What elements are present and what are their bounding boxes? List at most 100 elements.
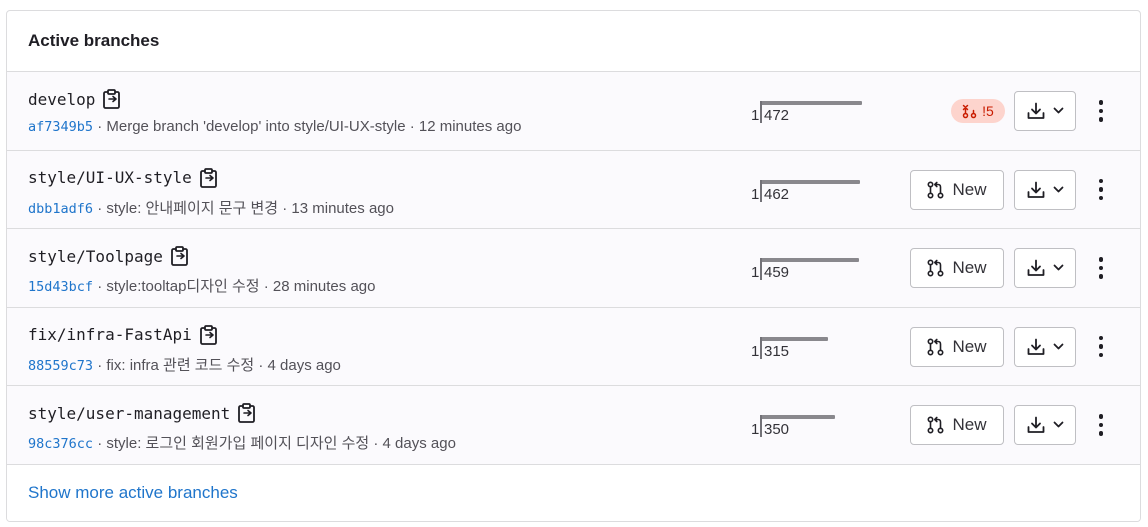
download-dropdown-button[interactable] xyxy=(1014,405,1076,445)
commit-message: · fix: infra 관련 코드 수정 · 4 days ago xyxy=(93,356,341,374)
commits-behind-count: 1 xyxy=(751,264,760,281)
chevron-down-icon xyxy=(1053,343,1064,351)
commit-info: dbb1adf6 · style: 안내페이지 문구 변경 · 13 minut… xyxy=(28,197,394,218)
show-more-branches-link[interactable]: Show more active branches xyxy=(28,483,238,503)
commits-ahead-bar xyxy=(760,101,862,105)
divergence-graph: 1 315 xyxy=(751,336,871,361)
branch-row: develop af7349b5 · Merge branch 'develop… xyxy=(7,72,1140,151)
commit-sha-link[interactable]: af7349b5 xyxy=(28,119,93,135)
divergence-separator xyxy=(760,415,762,437)
commits-ahead-bar xyxy=(760,336,828,341)
merge-request-icon xyxy=(927,337,944,356)
commit-sha-link[interactable]: 88559c73 xyxy=(28,358,93,374)
chevron-down-icon xyxy=(1053,264,1064,272)
new-merge-request-button[interactable]: New xyxy=(910,405,1004,445)
clipboard-icon[interactable] xyxy=(199,167,217,188)
new-merge-request-button[interactable]: New xyxy=(910,248,1004,288)
merge-request-closed-icon xyxy=(962,104,977,118)
download-icon xyxy=(1027,338,1045,356)
branch-name-link[interactable]: fix/infra-FastApi xyxy=(28,325,192,344)
chevron-down-icon xyxy=(1053,421,1064,429)
merge-request-icon xyxy=(927,180,944,199)
chevron-down-icon xyxy=(1053,107,1064,115)
merge-request-icon xyxy=(927,259,944,277)
commits-ahead-bar xyxy=(760,258,859,262)
commit-info: 98c376cc · style: 로그인 회원가입 페이지 디자인 수정 · … xyxy=(28,432,456,453)
kebab-menu-icon[interactable] xyxy=(1090,405,1112,445)
divergence-separator xyxy=(760,336,762,359)
divergence-separator xyxy=(760,101,762,123)
download-icon xyxy=(1027,102,1045,120)
commit-sha-link[interactable]: 98c376cc xyxy=(28,436,93,452)
branch-line: style/UI-UX-style xyxy=(28,167,217,188)
merge-request-count: !5 xyxy=(982,103,994,119)
active-branches-panel: Active branches develop af7349b5 · Merge… xyxy=(6,10,1141,522)
download-icon xyxy=(1027,416,1045,434)
commits-ahead-count: 462 xyxy=(764,185,790,203)
download-dropdown-button[interactable] xyxy=(1014,248,1076,288)
commit-sha-link[interactable]: 15d43bcf xyxy=(28,279,93,295)
commit-message: · style:tooltap디자인 수정 · 28 minutes ago xyxy=(93,278,376,295)
new-merge-request-label: New xyxy=(952,258,987,277)
branch-name-link[interactable]: style/user-management xyxy=(28,404,230,423)
commit-info: 88559c73 · fix: infra 관련 코드 수정 · 4 days … xyxy=(28,354,341,375)
branch-name-link[interactable]: develop xyxy=(28,90,95,109)
commits-ahead-count: 472 xyxy=(764,107,790,124)
merge-request-icon xyxy=(927,416,944,434)
clipboard-icon[interactable] xyxy=(199,324,217,345)
download-icon xyxy=(1027,181,1045,199)
branch-row: style/user-management 98c376cc · style: … xyxy=(7,386,1140,465)
branch-line: develop xyxy=(28,89,121,109)
new-merge-request-label: New xyxy=(952,336,987,356)
download-icon xyxy=(1027,259,1045,277)
branch-line: fix/infra-FastApi xyxy=(28,324,217,345)
panel-title: Active branches xyxy=(28,31,160,50)
kebab-menu-icon[interactable] xyxy=(1090,327,1112,367)
kebab-menu-icon[interactable] xyxy=(1090,248,1112,288)
panel-footer: Show more active branches xyxy=(7,464,1140,521)
commit-info: 15d43bcf · style:tooltap디자인 수정 · 28 minu… xyxy=(28,275,375,296)
branch-list: develop af7349b5 · Merge branch 'develop… xyxy=(7,72,1140,465)
commits-ahead-count: 459 xyxy=(764,264,790,281)
clipboard-icon[interactable] xyxy=(103,89,121,109)
branch-line: style/Toolpage xyxy=(28,246,188,266)
clipboard-icon[interactable] xyxy=(170,246,188,266)
kebab-menu-icon[interactable] xyxy=(1090,91,1112,131)
commits-ahead-count: 350 xyxy=(764,421,790,438)
branch-name-link[interactable]: style/Toolpage xyxy=(28,247,163,266)
commits-behind-count: 1 xyxy=(751,421,760,438)
commits-ahead-bar xyxy=(760,179,860,184)
divergence-graph: 1 459 xyxy=(751,258,871,282)
commits-behind-count: 1 xyxy=(751,342,760,360)
download-dropdown-button[interactable] xyxy=(1014,326,1076,367)
divergence-graph: 1 350 xyxy=(751,415,871,439)
commits-behind-count: 1 xyxy=(751,107,760,124)
new-merge-request-button[interactable]: New xyxy=(910,169,1004,210)
commit-info: af7349b5 · Merge branch 'develop' into s… xyxy=(28,118,521,135)
commit-sha-link[interactable]: dbb1adf6 xyxy=(28,201,93,217)
commit-message: · style: 안내페이지 문구 변경 · 13 minutes ago xyxy=(93,199,394,217)
commits-behind-count: 1 xyxy=(751,185,760,203)
commit-message: · style: 로그인 회원가입 페이지 디자인 수정 · 4 days ag… xyxy=(93,435,456,452)
branch-name-link[interactable]: style/UI-UX-style xyxy=(28,168,192,187)
commit-message: · Merge branch 'develop' into style/UI-U… xyxy=(93,118,522,135)
branch-row: style/Toolpage 15d43bcf · style:tooltap디… xyxy=(7,229,1140,308)
commits-ahead-bar xyxy=(760,415,835,419)
chevron-down-icon xyxy=(1053,186,1064,194)
download-dropdown-button[interactable] xyxy=(1014,91,1076,131)
clipboard-icon[interactable] xyxy=(238,403,256,423)
divergence-graph: 1 462 xyxy=(751,179,871,204)
divergence-separator xyxy=(760,258,762,280)
new-merge-request-label: New xyxy=(952,415,987,434)
divergence-graph: 1 472 xyxy=(751,101,871,125)
new-merge-request-label: New xyxy=(952,179,987,199)
new-merge-request-button[interactable]: New xyxy=(910,326,1004,367)
download-dropdown-button[interactable] xyxy=(1014,169,1076,210)
merge-request-badge[interactable]: !5 xyxy=(951,99,1005,123)
divergence-separator xyxy=(760,179,762,202)
panel-header: Active branches xyxy=(7,11,1140,72)
branch-row: fix/infra-FastApi 88559c73 · fix: infra … xyxy=(7,308,1140,386)
branch-row: style/UI-UX-style dbb1adf6 · style: 안내페이… xyxy=(7,151,1140,229)
branch-line: style/user-management xyxy=(28,403,256,423)
kebab-menu-icon[interactable] xyxy=(1090,170,1112,210)
